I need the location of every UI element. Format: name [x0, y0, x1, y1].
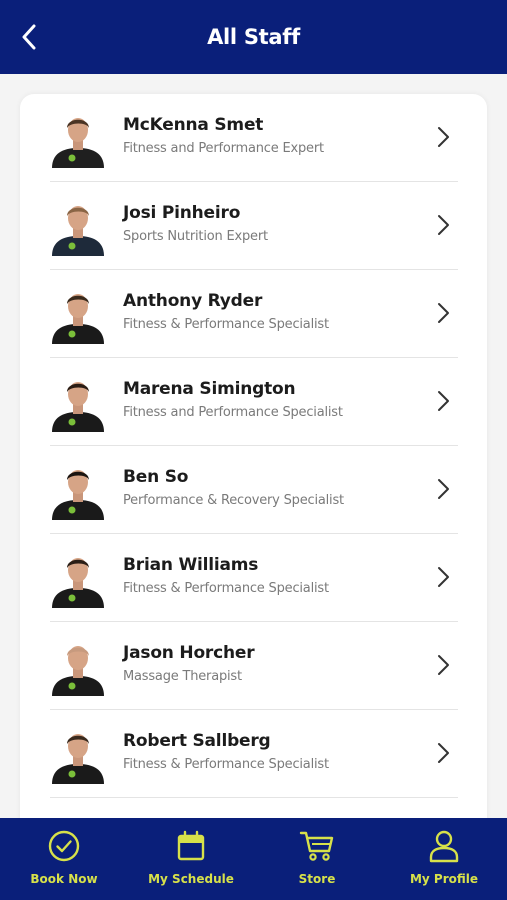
staff-row[interactable]: Robert Sallberg Fitness & Performance Spe…: [50, 710, 458, 798]
check-circle-icon: [48, 830, 80, 862]
staff-row[interactable]: Anthony Ryder Fitness & Performance Speci…: [50, 270, 458, 358]
staff-list: McKenna Smet Fitness and Performance Expe…: [20, 94, 487, 834]
staff-role: Fitness and Performance Specialist: [123, 405, 343, 420]
staff-row[interactable]: Brian Williams Fitness & Performance Spec…: [50, 534, 458, 622]
nav-book-now[interactable]: Book Now: [1, 826, 127, 896]
cart-icon: [299, 831, 334, 861]
chevron-right-icon: [438, 655, 449, 675]
avatar: [52, 382, 104, 432]
staff-row[interactable]: Ben So Performance & Recovery Specialist: [50, 446, 458, 534]
staff-role: Fitness & Performance Specialist: [123, 581, 329, 596]
chevron-right-icon: [438, 127, 449, 147]
staff-name: McKenna Smet: [123, 115, 264, 135]
staff-name: Jason Horcher: [123, 643, 255, 663]
avatar: [52, 734, 104, 784]
staff-name: Brian Williams: [123, 555, 259, 575]
nav-store[interactable]: Store: [254, 826, 380, 896]
chevron-left-icon: [22, 24, 36, 50]
avatar: [52, 558, 104, 608]
staff-role: Fitness & Performance Specialist: [123, 317, 329, 332]
nav-label: Book Now: [30, 872, 98, 886]
chevron-right-icon: [438, 215, 449, 235]
chevron-right-icon: [438, 479, 449, 499]
user-icon: [429, 830, 459, 863]
avatar: [52, 118, 104, 168]
calendar-icon: [177, 830, 205, 861]
staff-role: Fitness and Performance Expert: [123, 141, 324, 156]
chevron-right-icon: [438, 743, 449, 763]
staff-name: Anthony Ryder: [123, 291, 263, 311]
staff-row[interactable]: McKenna Smet Fitness and Performance Expe…: [50, 94, 458, 182]
page-title: All Staff: [207, 25, 300, 49]
avatar: [52, 646, 104, 696]
staff-row[interactable]: Marena Simington Fitness and Performance …: [50, 358, 458, 446]
bottom-nav: Book Now My Schedule Store My Profile: [0, 818, 507, 900]
avatar: [52, 470, 104, 520]
avatar: [52, 206, 104, 256]
nav-label: My Schedule: [148, 872, 234, 886]
app-header: All Staff: [0, 0, 507, 74]
staff-role: Performance & Recovery Specialist: [123, 493, 344, 508]
chevron-right-icon: [438, 391, 449, 411]
nav-label: Store: [298, 872, 336, 886]
avatar: [52, 294, 104, 344]
staff-name: Marena Simington: [123, 379, 296, 399]
staff-row[interactable]: Jason Horcher Massage Therapist: [50, 622, 458, 710]
nav-my-schedule[interactable]: My Schedule: [128, 826, 254, 896]
staff-name: Josi Pinheiro: [123, 203, 241, 223]
staff-role: Fitness & Performance Specialist: [123, 757, 329, 772]
chevron-right-icon: [438, 303, 449, 323]
back-button[interactable]: [14, 20, 44, 54]
nav-my-profile[interactable]: My Profile: [381, 826, 507, 896]
staff-role: Massage Therapist: [123, 669, 242, 684]
staff-row[interactable]: Josi Pinheiro Sports Nutrition Expert: [50, 182, 458, 270]
staff-name: Robert Sallberg: [123, 731, 271, 751]
nav-label: My Profile: [409, 872, 479, 886]
chevron-right-icon: [438, 567, 449, 587]
staff-role: Sports Nutrition Expert: [123, 229, 268, 244]
staff-name: Ben So: [123, 467, 189, 487]
